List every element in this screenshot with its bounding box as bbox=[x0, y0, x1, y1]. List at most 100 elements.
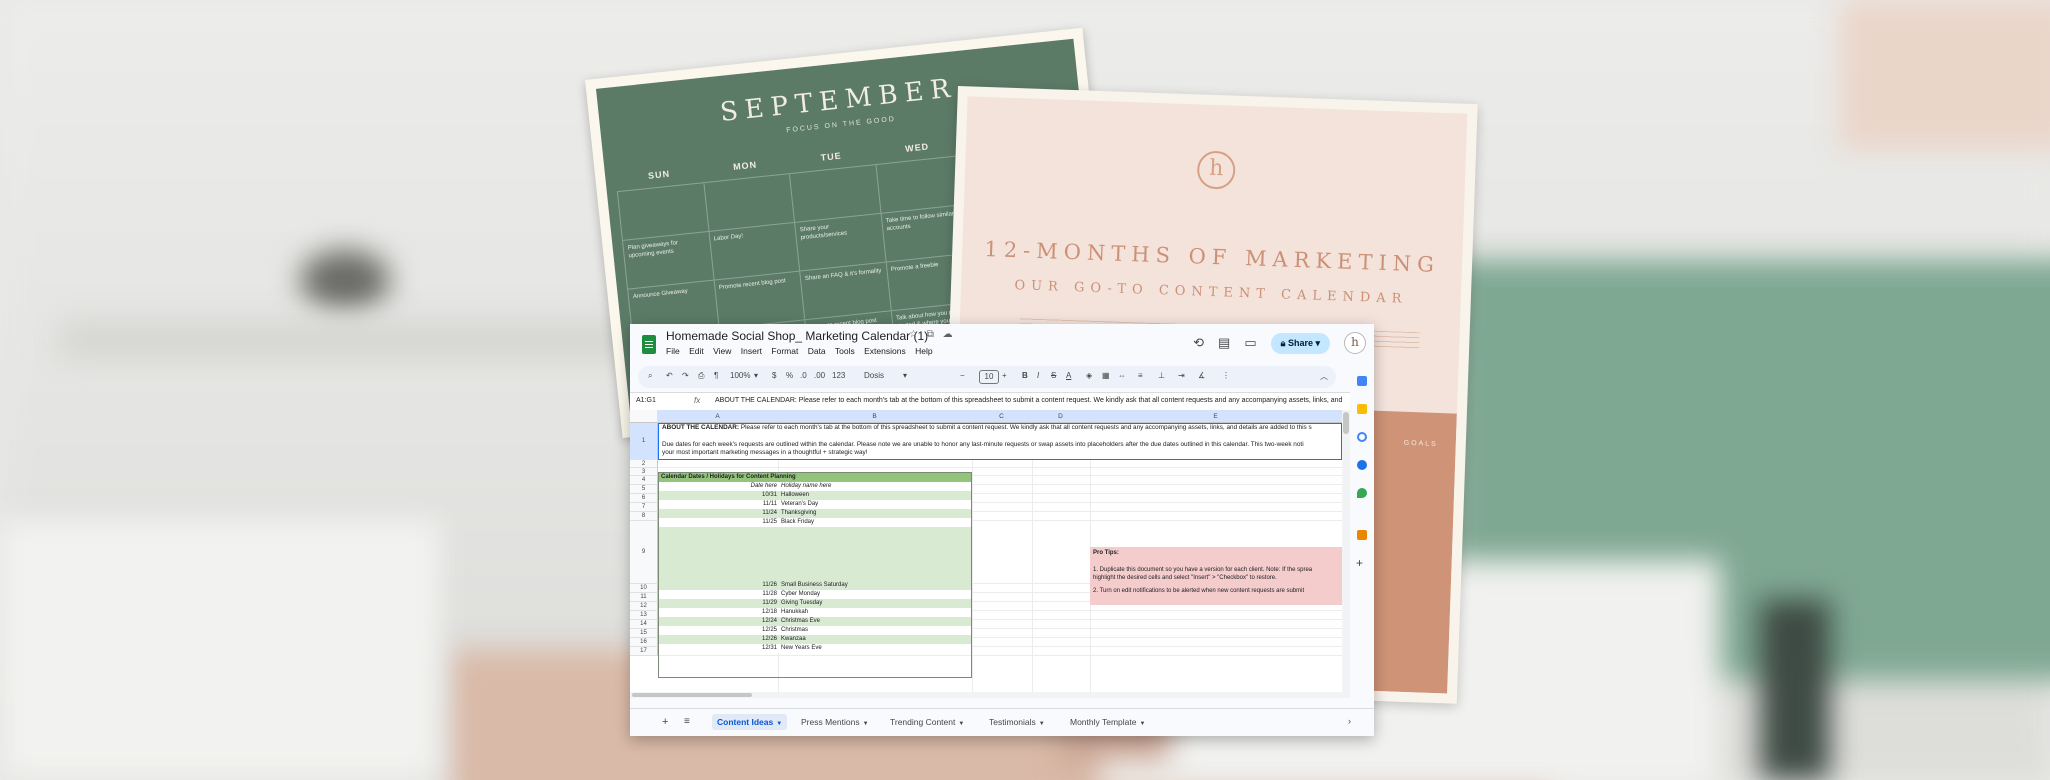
calendar-table-border bbox=[658, 472, 972, 678]
menu-extensions[interactable]: Extensions bbox=[864, 346, 906, 356]
name-box[interactable]: A1:G1 bbox=[636, 397, 656, 404]
percent-button[interactable]: % bbox=[786, 371, 793, 380]
column-header-d[interactable]: D bbox=[1032, 410, 1090, 423]
row-header[interactable]: 15 bbox=[630, 629, 658, 638]
comments-icon[interactable]: ▤ bbox=[1218, 335, 1230, 351]
column-header-a[interactable]: A bbox=[658, 410, 778, 423]
row-header[interactable]: 9 bbox=[630, 521, 658, 584]
tab-label: Monthly Template bbox=[1070, 717, 1137, 727]
sheet-tabs-bar: + ≡ Content Ideas ▼ Press Mentions ▼ Trend… bbox=[630, 708, 1374, 736]
tasks-icon[interactable] bbox=[1357, 432, 1367, 442]
chevron-down-icon: ▾ bbox=[1315, 337, 1320, 348]
menu-format[interactable]: Format bbox=[771, 346, 798, 356]
zoom-select[interactable]: 100% bbox=[730, 371, 750, 380]
tab-trending-content[interactable]: Trending Content ▼ bbox=[885, 714, 969, 730]
menu-data[interactable]: Data bbox=[808, 346, 826, 356]
title-icons[interactable]: ☆ ⧉ ☁ bbox=[909, 329, 956, 340]
tab-monthly-template[interactable]: Monthly Template ▼ bbox=[1065, 714, 1150, 730]
document-title[interactable]: Homemade Social Shop_ Marketing Calendar… bbox=[666, 329, 928, 343]
meet-icon[interactable]: ▭ bbox=[1244, 335, 1256, 351]
menu-edit[interactable]: Edit bbox=[689, 346, 704, 356]
row-header[interactable]: 14 bbox=[630, 620, 658, 629]
menu-file[interactable]: File bbox=[666, 346, 680, 356]
fill-color-icon[interactable]: ◈ bbox=[1086, 371, 1092, 380]
row-header[interactable]: 17 bbox=[630, 647, 658, 656]
row-header[interactable]: 10 bbox=[630, 584, 658, 593]
chevron-up-icon[interactable]: ︿ bbox=[1320, 371, 1328, 382]
sheets-logo-icon[interactable] bbox=[642, 335, 656, 354]
number-format-button[interactable]: 123 bbox=[832, 371, 845, 380]
cover-subtitle: OUR GO-TO CONTENT CALENDAR bbox=[1014, 278, 1408, 307]
undo-icon[interactable]: ↶ bbox=[666, 371, 673, 380]
menu-tools[interactable]: Tools bbox=[835, 346, 855, 356]
italic-button[interactable]: I bbox=[1037, 371, 1039, 380]
column-divider bbox=[1032, 460, 1033, 692]
more-options-icon[interactable]: ⋮ bbox=[1222, 371, 1230, 380]
merge-cells-icon[interactable]: ⇔ bbox=[1118, 371, 1126, 380]
borders-icon[interactable]: ▦ bbox=[1102, 371, 1110, 380]
print-icon[interactable]: ⎙ bbox=[698, 371, 704, 381]
chevron-right-icon[interactable]: › bbox=[1348, 716, 1351, 726]
align-vertical-icon[interactable]: ⊥ bbox=[1158, 371, 1165, 380]
row-header[interactable]: 3 bbox=[630, 468, 658, 476]
row-header[interactable]: 16 bbox=[630, 638, 658, 647]
cell-grid[interactable]: A B C D E 1 2 3 4 5 6 7 8 9 10 11 12 13 14 15 16 17 ABOU… bbox=[630, 410, 1342, 692]
row-header[interactable]: 2 bbox=[630, 460, 658, 468]
menu-insert[interactable]: Insert bbox=[741, 346, 762, 356]
add-sheet-icon[interactable]: + bbox=[662, 716, 668, 728]
pro-tip-1: 1. Duplicate this document so you have a… bbox=[1093, 567, 1313, 573]
add-icon[interactable]: + bbox=[1356, 556, 1363, 570]
share-button[interactable]: 🔒︎ Share ▾ bbox=[1270, 332, 1330, 354]
row-header[interactable]: 6 bbox=[630, 494, 658, 503]
strikethrough-button[interactable]: S bbox=[1051, 371, 1056, 380]
column-header-e[interactable]: E bbox=[1090, 410, 1342, 423]
column-header-c[interactable]: C bbox=[972, 410, 1032, 423]
keep-icon[interactable] bbox=[1357, 404, 1367, 414]
pro-tips-cell[interactable]: Pro Tips: 1. Duplicate this document so … bbox=[1090, 547, 1342, 605]
font-size-input[interactable]: 10 bbox=[979, 370, 999, 384]
tab-press-mentions[interactable]: Press Mentions ▼ bbox=[796, 714, 874, 730]
history-icon[interactable]: ⟲ bbox=[1193, 335, 1204, 351]
font-size-increase-icon[interactable]: + bbox=[1002, 371, 1007, 380]
menu-help[interactable]: Help bbox=[915, 346, 932, 356]
row-header[interactable]: 11 bbox=[630, 593, 658, 602]
row-header[interactable]: 13 bbox=[630, 611, 658, 620]
bold-button[interactable]: B bbox=[1022, 371, 1028, 380]
addon-icon[interactable] bbox=[1357, 530, 1367, 540]
row-header[interactable]: 4 bbox=[630, 476, 658, 485]
redo-icon[interactable]: ↷ bbox=[682, 371, 689, 380]
horizontal-scroll-thumb[interactable] bbox=[632, 693, 752, 697]
spreadsheet-window: Homemade Social Shop_ Marketing Calendar… bbox=[630, 324, 1374, 736]
row-header[interactable]: 1 bbox=[630, 423, 658, 460]
decrease-decimal-button[interactable]: .0 bbox=[800, 371, 807, 380]
menu-view[interactable]: View bbox=[713, 346, 731, 356]
text-rotation-icon[interactable]: ∡ bbox=[1198, 371, 1205, 380]
align-horizontal-icon[interactable]: ≡ bbox=[1138, 371, 1143, 380]
corner-header[interactable] bbox=[630, 410, 658, 423]
column-header-b[interactable]: B bbox=[778, 410, 972, 423]
text-color-button[interactable]: A bbox=[1066, 371, 1071, 380]
paint-format-icon[interactable]: ¶ bbox=[714, 371, 718, 380]
maps-icon[interactable] bbox=[1357, 488, 1367, 498]
row-header[interactable]: 5 bbox=[630, 485, 658, 494]
formula-input[interactable]: ABOUT THE CALENDAR: Please refer to each… bbox=[715, 397, 1342, 404]
tab-testimonials[interactable]: Testimonials ▼ bbox=[984, 714, 1050, 730]
currency-button[interactable]: $ bbox=[772, 371, 776, 380]
vertical-scroll-thumb[interactable] bbox=[1343, 412, 1349, 434]
horizontal-scrollbar[interactable] bbox=[630, 692, 1350, 698]
tab-content-ideas[interactable]: Content Ideas ▼ bbox=[712, 714, 788, 730]
contacts-icon[interactable] bbox=[1357, 460, 1367, 470]
avatar[interactable]: h bbox=[1344, 332, 1366, 354]
row-header[interactable]: 8 bbox=[630, 512, 658, 521]
font-size-decrease-icon[interactable]: − bbox=[960, 371, 965, 380]
text-wrap-icon[interactable]: ⇥ bbox=[1178, 371, 1185, 380]
formula-bar: A1:G1 fx ABOUT THE CALENDAR: Please refe… bbox=[630, 392, 1374, 412]
search-icon[interactable]: ⌕ bbox=[648, 371, 652, 381]
row-header[interactable]: 12 bbox=[630, 602, 658, 611]
font-select[interactable]: Dosis bbox=[864, 371, 884, 380]
row-header[interactable]: 7 bbox=[630, 503, 658, 512]
vertical-scrollbar[interactable] bbox=[1342, 410, 1350, 692]
calendar-icon[interactable] bbox=[1357, 376, 1367, 386]
all-sheets-icon[interactable]: ≡ bbox=[684, 716, 690, 727]
increase-decimal-button[interactable]: .00 bbox=[814, 371, 825, 380]
